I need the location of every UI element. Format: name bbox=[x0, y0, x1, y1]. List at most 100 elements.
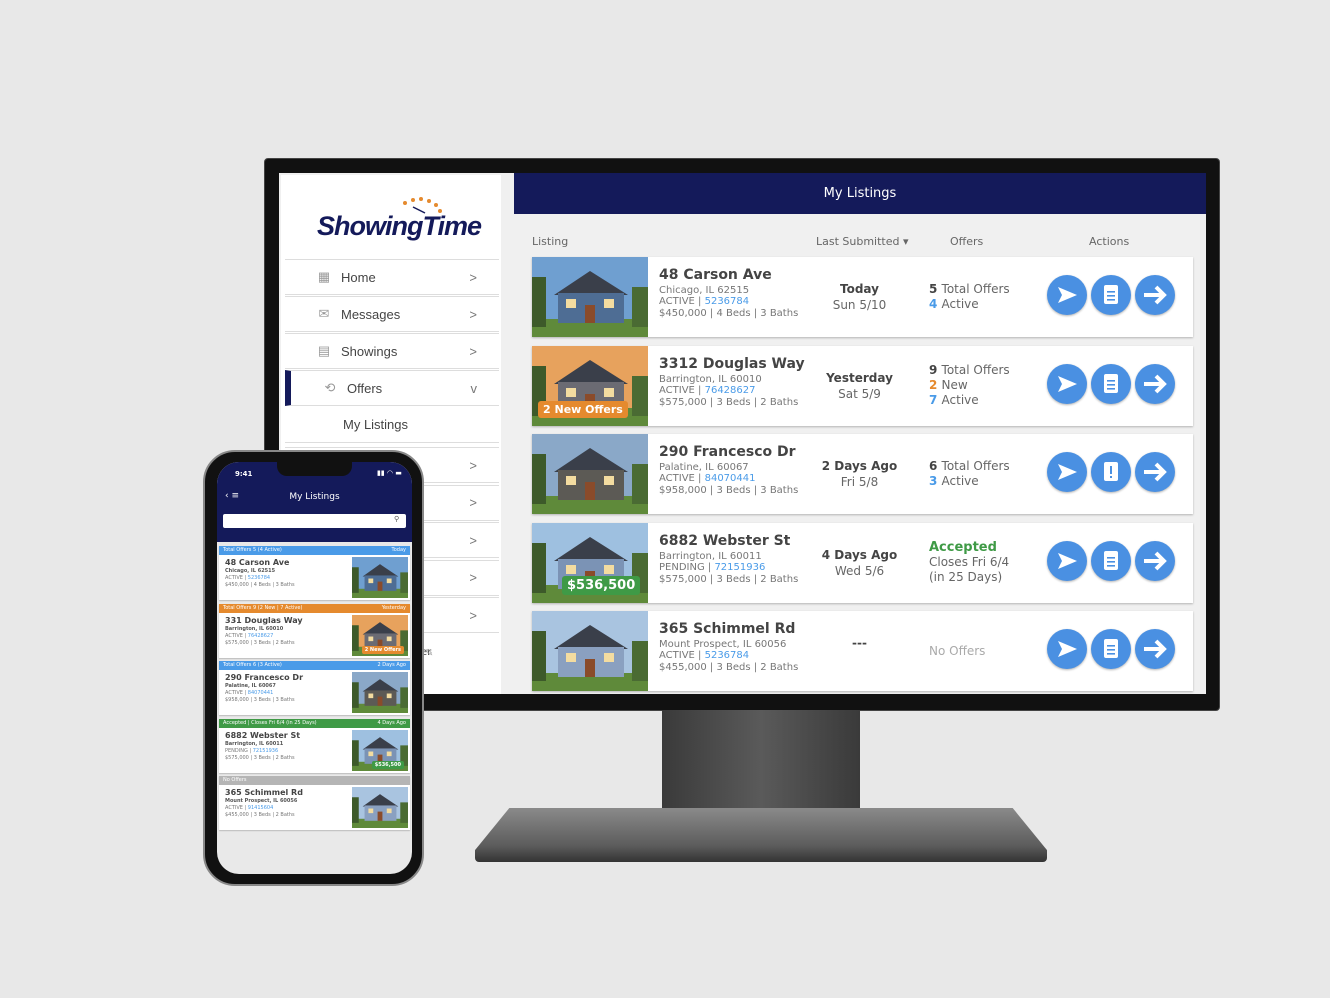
phone-card-status-bar: No Offers bbox=[219, 776, 410, 785]
listing-photo[interactable] bbox=[532, 257, 648, 337]
mls-number[interactable]: 84070441 bbox=[248, 690, 273, 696]
phone-listing-address[interactable]: 48 Carson Ave bbox=[225, 558, 289, 567]
phone-listing-address[interactable]: 290 Francesco Dr bbox=[225, 673, 303, 682]
sidebar-item-showings[interactable]: ▤ Showings > bbox=[285, 333, 499, 369]
send-button[interactable] bbox=[1047, 363, 1087, 404]
listing-row[interactable]: 290 Francesco Dr Palatine, IL 60067 ACTIVE… bbox=[532, 434, 1193, 514]
svg-text:ShowingTime: ShowingTime bbox=[317, 211, 482, 241]
submitted-when: --- bbox=[852, 636, 867, 650]
phone-card-status-bar: Total Offers 5 (4 Active) Today bbox=[219, 546, 410, 555]
sidebar-edit-icon[interactable]: ✎ bbox=[425, 648, 433, 659]
phone-listing-address[interactable]: 331 Douglas Way bbox=[225, 616, 303, 625]
phone-listing-card[interactable]: Total Offers 5 (4 Active) Today 48 Carson … bbox=[219, 546, 410, 600]
phone-listing-status: ACTIVE | 76428627 bbox=[225, 633, 273, 640]
mls-number[interactable]: 84070441 bbox=[705, 473, 756, 484]
mls-number[interactable]: 91415604 bbox=[248, 805, 273, 811]
clipboard-button[interactable] bbox=[1091, 452, 1131, 492]
phone-listing-card[interactable]: Accepted | Closes Fri 6/4 (in 25 Days) 4 … bbox=[219, 718, 410, 773]
mls-number[interactable]: 5236784 bbox=[248, 575, 270, 581]
mls-number[interactable]: 72151936 bbox=[714, 562, 765, 573]
monitor-stand-neck bbox=[662, 710, 860, 812]
sidebar-item-offers[interactable]: ⟲ Offers v bbox=[285, 370, 499, 406]
clipboard-list-icon bbox=[1104, 373, 1118, 393]
offers-line: Accepted bbox=[929, 540, 1009, 555]
phone-listing-details: $958,000 | 3 Beds | 3 Baths bbox=[225, 697, 295, 703]
last-submitted: --- bbox=[802, 635, 917, 651]
phone-listing-photo[interactable] bbox=[352, 557, 408, 598]
submitted-date: Sat 5/9 bbox=[838, 386, 881, 401]
offers-summary: 5 Total Offers 4 Active bbox=[929, 282, 1010, 312]
phone-listing-card[interactable]: Total Offers 6 (3 Active) 2 Days Ago 290 F… bbox=[219, 661, 410, 715]
listing-details: $575,000 | 3 Beds | 2 Baths bbox=[659, 396, 799, 408]
phone-listing-card[interactable]: Total Offers 9 (2 New | 7 Active) Yesterd… bbox=[219, 603, 410, 658]
listing-photo[interactable]: 2 New Offers bbox=[532, 345, 648, 426]
offers-line: (in 25 Days) bbox=[929, 570, 1009, 585]
offer-label: Total Offers bbox=[941, 282, 1010, 296]
phone-listing-photo[interactable] bbox=[352, 672, 408, 713]
send-button[interactable] bbox=[1047, 275, 1087, 315]
sidebar-item-messages[interactable]: ✉ Messages > bbox=[285, 296, 499, 332]
offer-badge: $536,500 bbox=[562, 575, 641, 595]
phone-card-status-bar: Total Offers 6 (3 Active) 2 Days Ago bbox=[219, 661, 410, 670]
listing-details: $958,000 | 3 Beds | 3 Baths bbox=[659, 485, 799, 496]
listing-row[interactable]: 2 New Offers 3312 Douglas Way Barrington, … bbox=[532, 345, 1193, 426]
listing-photo[interactable] bbox=[532, 611, 648, 691]
listing-row[interactable]: 48 Carson Ave Chicago, IL 62515 ACTIVE | 5… bbox=[532, 257, 1193, 337]
offers-line: Closes Fri 6/4 bbox=[929, 555, 1009, 570]
open-listing-button[interactable] bbox=[1135, 540, 1175, 581]
status-bar-right: Yesterday bbox=[381, 604, 406, 611]
clipboard-button[interactable] bbox=[1091, 540, 1131, 581]
phone-listing-address[interactable]: 365 Schimmel Rd bbox=[225, 788, 303, 797]
mls-number[interactable]: 76428627 bbox=[248, 633, 273, 639]
offers-line: 5 Total Offers bbox=[929, 282, 1010, 297]
open-listing-button[interactable] bbox=[1135, 363, 1175, 404]
status-text: ACTIVE | bbox=[225, 805, 248, 811]
offers-line: 6 Total Offers bbox=[929, 459, 1010, 474]
listing-address[interactable]: 48 Carson Ave bbox=[659, 267, 772, 283]
open-listing-button[interactable] bbox=[1135, 275, 1175, 315]
listing-photo[interactable]: $536,500 bbox=[532, 522, 648, 603]
send-button[interactable] bbox=[1047, 629, 1087, 669]
listing-row[interactable]: $536,500 6882 Webster St Barrington, IL 60… bbox=[532, 522, 1193, 603]
listing-address[interactable]: 290 Francesco Dr bbox=[659, 444, 796, 460]
column-offers: Offers bbox=[950, 235, 984, 248]
clipboard-button[interactable] bbox=[1091, 275, 1131, 315]
chevron-icon: v bbox=[470, 380, 478, 396]
mls-number[interactable]: 5236784 bbox=[705, 296, 750, 307]
column-last-submitted[interactable]: Last Submitted ▾ bbox=[816, 235, 909, 248]
send-button[interactable] bbox=[1047, 452, 1087, 492]
listing-details: $575,000 | 3 Beds | 2 Baths bbox=[659, 573, 799, 585]
offer-count: 4 bbox=[929, 297, 942, 311]
open-listing-button[interactable] bbox=[1135, 452, 1175, 492]
listing-address[interactable]: 365 Schimmel Rd bbox=[659, 621, 795, 637]
phone-listing-city: Chicago, IL 62515 bbox=[225, 568, 276, 574]
phone-search-input[interactable] bbox=[223, 514, 406, 528]
status-bar-right: 4 Days Ago bbox=[377, 719, 407, 726]
clipboard-button[interactable] bbox=[1091, 629, 1131, 669]
sidebar-subitem-my-listings[interactable]: My Listings bbox=[285, 407, 499, 443]
phone-listing-address[interactable]: 6882 Webster St bbox=[225, 731, 300, 740]
mls-number[interactable]: 72151936 bbox=[253, 748, 278, 754]
phone-listing-card[interactable]: No Offers 365 Schimmel Rd Mount Prospect, … bbox=[219, 776, 410, 830]
arrow-right-icon bbox=[1144, 639, 1167, 659]
phone-listing-details: $575,000 | 3 Beds | 2 Baths bbox=[225, 754, 295, 761]
sidebar-item-label: Offers bbox=[347, 380, 383, 396]
open-listing-button[interactable] bbox=[1135, 629, 1175, 669]
status-bar-right: 2 Days Ago bbox=[377, 662, 407, 668]
listing-row[interactable]: 365 Schimmel Rd Mount Prospect, IL 60056 A… bbox=[532, 611, 1193, 691]
listing-address[interactable]: 6882 Webster St bbox=[659, 533, 790, 549]
phone-time: 9:41 bbox=[235, 470, 253, 478]
search-icon[interactable]: ⚲ bbox=[394, 515, 399, 523]
offer-label: Active bbox=[941, 297, 979, 311]
phone-listing-status: ACTIVE | 5236784 bbox=[225, 575, 270, 582]
clipboard-button[interactable] bbox=[1091, 363, 1131, 404]
send-button[interactable] bbox=[1047, 540, 1087, 581]
arrow-right-icon bbox=[1144, 551, 1167, 570]
phone-listing-photo[interactable] bbox=[352, 787, 408, 828]
mls-number[interactable]: 76428627 bbox=[705, 385, 756, 396]
sidebar-item-label: My Listings bbox=[343, 417, 409, 432]
listing-photo[interactable] bbox=[532, 434, 648, 514]
listing-address[interactable]: 3312 Douglas Way bbox=[659, 356, 805, 372]
mls-number[interactable]: 5236784 bbox=[705, 650, 750, 661]
sidebar-item-home[interactable]: ▦ Home > bbox=[285, 259, 499, 295]
